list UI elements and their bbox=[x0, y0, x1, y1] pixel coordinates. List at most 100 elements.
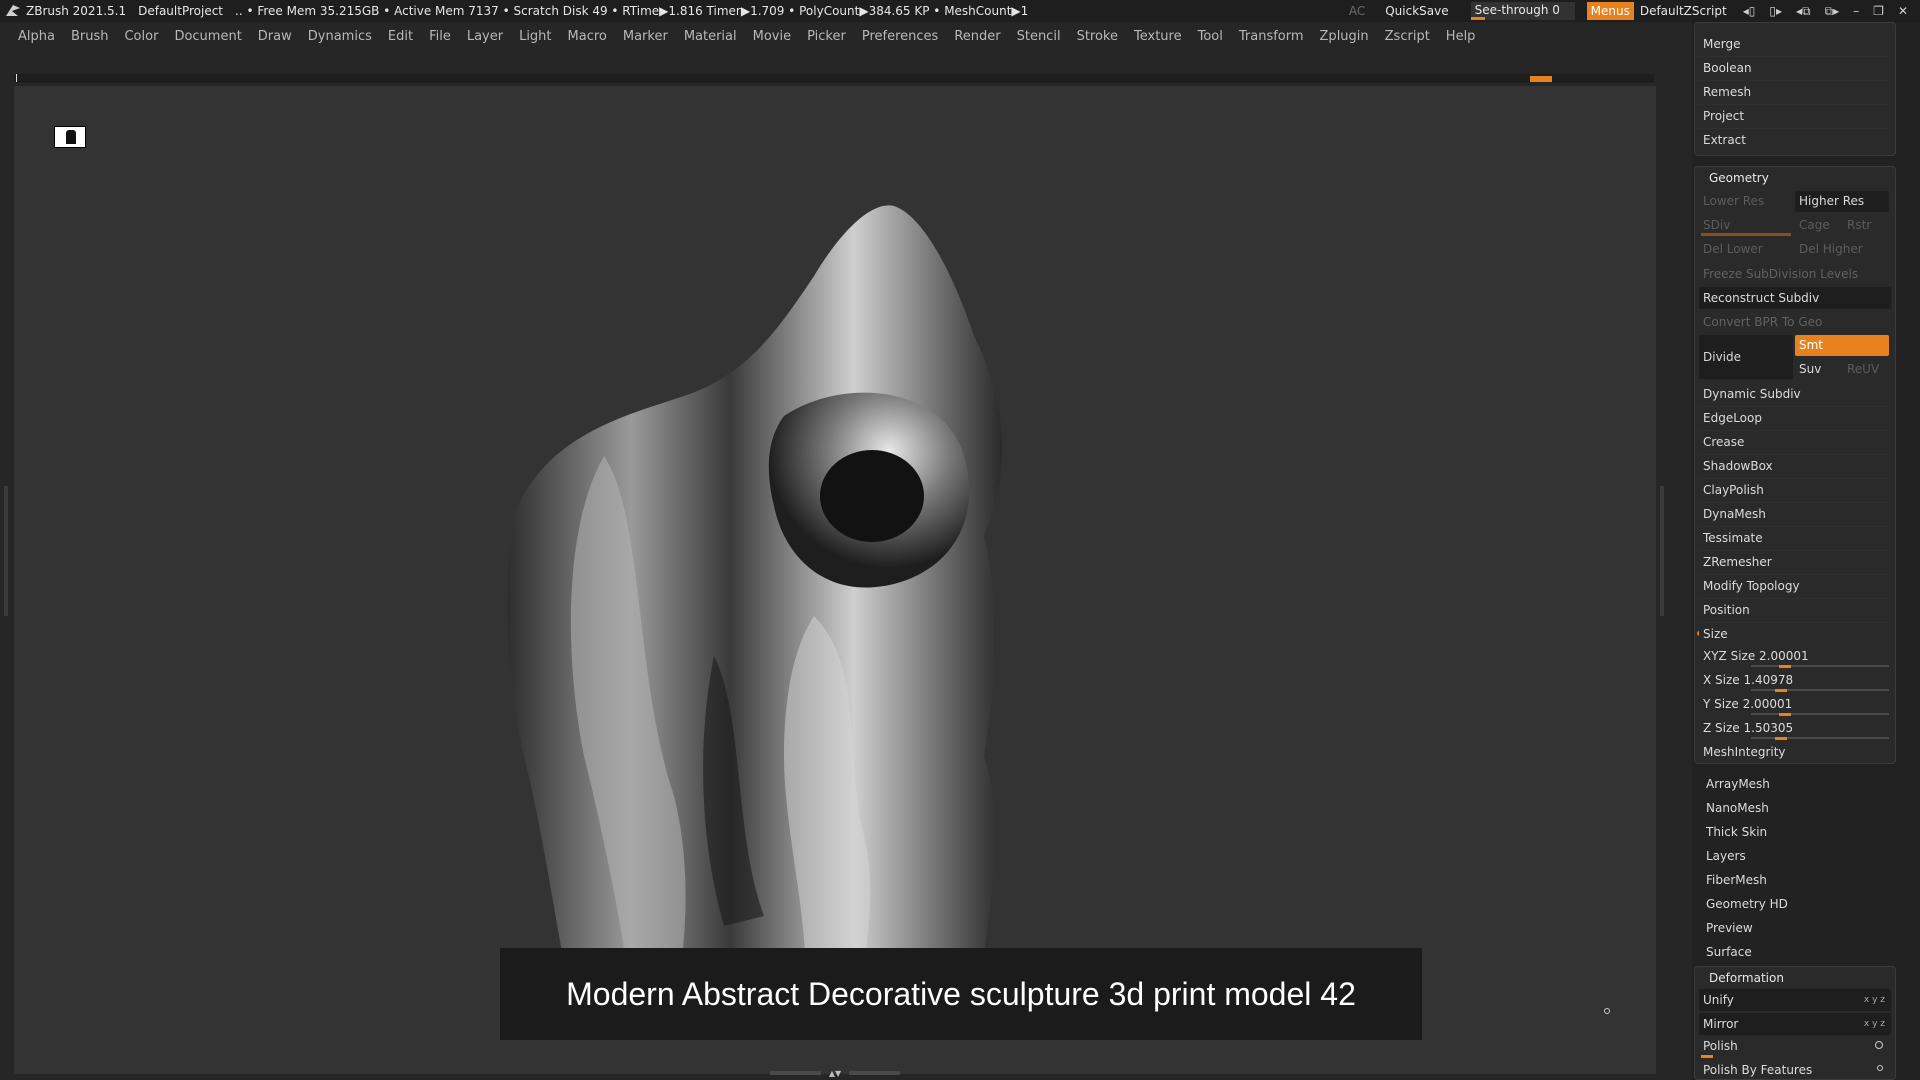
crease-section[interactable]: Crease bbox=[1699, 431, 1891, 453]
deformation-header[interactable]: Deformation bbox=[1699, 967, 1891, 989]
extract-button[interactable]: Extract bbox=[1699, 129, 1891, 151]
menu-dynamics[interactable]: Dynamics bbox=[308, 29, 372, 44]
shadowbox-section[interactable]: ShadowBox bbox=[1699, 455, 1891, 477]
x-size-slider[interactable]: X Size 1.40978 bbox=[1699, 669, 1891, 691]
persp-camera-icon[interactable] bbox=[54, 126, 86, 148]
menu-zplugin[interactable]: Zplugin bbox=[1320, 29, 1369, 44]
menu-layer[interactable]: Layer bbox=[467, 29, 503, 44]
nanomesh-section[interactable]: NanoMesh bbox=[1706, 797, 1769, 819]
polish-knob[interactable] bbox=[1701, 1055, 1713, 1058]
project-button[interactable]: Project bbox=[1699, 105, 1891, 127]
dynamic-subdiv-section[interactable]: Dynamic Subdiv bbox=[1699, 383, 1891, 405]
lower-res-button[interactable]: Lower Res bbox=[1699, 191, 1793, 212]
menu-movie[interactable]: Movie bbox=[753, 29, 791, 44]
menu-stroke[interactable]: Stroke bbox=[1077, 29, 1118, 44]
menu-alpha[interactable]: Alpha bbox=[18, 29, 55, 44]
menu-marker[interactable]: Marker bbox=[623, 29, 668, 44]
menu-document[interactable]: Document bbox=[174, 29, 241, 44]
unify-button[interactable]: Unify x y z bbox=[1699, 989, 1891, 1011]
layout-next-icon[interactable]: ▯▸ bbox=[1769, 4, 1782, 18]
timeline-handle[interactable] bbox=[1530, 76, 1552, 82]
menu-stencil[interactable]: Stencil bbox=[1017, 29, 1061, 44]
mirror-axis-icon[interactable]: x y z bbox=[1864, 1013, 1885, 1035]
zremesher-section[interactable]: ZRemesher bbox=[1699, 551, 1891, 573]
menu-file[interactable]: File bbox=[429, 29, 451, 44]
smt-toggle[interactable]: Smt bbox=[1795, 335, 1889, 356]
polish-by-features-slider[interactable]: Polish By Features bbox=[1699, 1059, 1891, 1080]
polish-radio-icon[interactable] bbox=[1875, 1041, 1883, 1049]
reconstruct-subdiv-button[interactable]: Reconstruct Subdiv bbox=[1699, 287, 1891, 309]
geometry-header[interactable]: Geometry bbox=[1699, 167, 1891, 189]
y-size-knob[interactable] bbox=[1779, 713, 1791, 716]
layers-section[interactable]: Layers bbox=[1706, 845, 1746, 867]
timeline-track[interactable] bbox=[14, 74, 1654, 82]
arraymesh-section[interactable]: ArrayMesh bbox=[1706, 773, 1770, 795]
modify-topology-section[interactable]: Modify Topology bbox=[1699, 575, 1891, 597]
rstr-button[interactable]: Rstr bbox=[1843, 215, 1889, 236]
sculpture-model[interactable] bbox=[484, 196, 1084, 1016]
see-through-slider[interactable]: See-through 0 bbox=[1470, 2, 1575, 20]
ui-layout-alt-icon[interactable]: ⧉▸ bbox=[1825, 4, 1840, 19]
menu-picker[interactable]: Picker bbox=[807, 29, 846, 44]
x-size-knob[interactable] bbox=[1775, 689, 1787, 692]
bottom-tray-toggle-icon[interactable]: ▲▼ bbox=[825, 1070, 845, 1078]
project-name[interactable]: DefaultProject bbox=[138, 4, 223, 18]
mirror-button[interactable]: Mirror x y z bbox=[1699, 1013, 1891, 1035]
claypolish-section[interactable]: ClayPolish bbox=[1699, 479, 1891, 501]
menu-edit[interactable]: Edit bbox=[388, 29, 413, 44]
higher-res-button[interactable]: Higher Res bbox=[1795, 191, 1889, 212]
menu-tool[interactable]: Tool bbox=[1198, 29, 1223, 44]
unify-axis-icon[interactable]: x y z bbox=[1864, 989, 1885, 1011]
menu-render[interactable]: Render bbox=[954, 29, 1000, 44]
geometry-hd-section[interactable]: Geometry HD bbox=[1706, 893, 1788, 915]
thick-skin-section[interactable]: Thick Skin bbox=[1706, 821, 1767, 843]
polish-slider[interactable]: Polish bbox=[1699, 1035, 1891, 1057]
y-size-slider[interactable]: Y Size 2.00001 bbox=[1699, 693, 1891, 715]
freeze-subdivision-button[interactable]: Freeze SubDivision Levels bbox=[1699, 263, 1891, 285]
layout-prev-icon[interactable]: ◂▯ bbox=[1743, 4, 1756, 18]
menu-light[interactable]: Light bbox=[519, 29, 551, 44]
z-size-slider[interactable]: Z Size 1.50305 bbox=[1699, 717, 1891, 739]
convert-bpr-button[interactable]: Convert BPR To Geo bbox=[1699, 311, 1891, 333]
menu-material[interactable]: Material bbox=[684, 29, 737, 44]
boolean-button[interactable]: Boolean bbox=[1699, 57, 1891, 79]
menu-brush[interactable]: Brush bbox=[71, 29, 109, 44]
meshintegrity-section[interactable]: MeshIntegrity bbox=[1699, 741, 1891, 763]
merge-button[interactable]: Merge bbox=[1699, 33, 1891, 55]
menu-color[interactable]: Color bbox=[124, 29, 158, 44]
menus-toggle-button[interactable]: Menus bbox=[1586, 2, 1634, 20]
default-zscript-button[interactable]: DefaultZScript bbox=[1640, 4, 1727, 18]
del-higher-button[interactable]: Del Higher bbox=[1795, 239, 1889, 260]
size-section[interactable]: Size bbox=[1699, 623, 1891, 645]
menu-macro[interactable]: Macro bbox=[568, 29, 607, 44]
preview-section[interactable]: Preview bbox=[1706, 917, 1753, 939]
menu-draw[interactable]: Draw bbox=[258, 29, 292, 44]
menu-help[interactable]: Help bbox=[1446, 29, 1476, 44]
tessimate-section[interactable]: Tessimate bbox=[1699, 527, 1891, 549]
menu-texture[interactable]: Texture bbox=[1134, 29, 1182, 44]
restore-icon[interactable]: ❐ bbox=[1873, 4, 1884, 18]
polish-by-features-radio-icon[interactable] bbox=[1877, 1065, 1883, 1071]
bottom-tray-handle[interactable]: ▲▼ bbox=[770, 1070, 900, 1078]
z-size-knob[interactable] bbox=[1775, 737, 1787, 740]
reuv-toggle[interactable]: ReUV bbox=[1843, 359, 1889, 380]
quicksave-button[interactable]: QuickSave bbox=[1385, 4, 1448, 18]
edgeloop-section[interactable]: EdgeLoop bbox=[1699, 407, 1891, 429]
canvas-viewport[interactable]: Modern Abstract Decorative sculpture 3d … bbox=[14, 86, 1656, 1074]
suv-toggle[interactable]: Suv bbox=[1795, 359, 1841, 380]
menu-zscript[interactable]: Zscript bbox=[1385, 29, 1430, 44]
ac-button[interactable]: AC bbox=[1349, 4, 1365, 18]
dynamesh-section[interactable]: DynaMesh bbox=[1699, 503, 1891, 525]
right-tray-handle[interactable] bbox=[1660, 486, 1664, 616]
divide-button[interactable]: Divide bbox=[1699, 335, 1793, 379]
fibermesh-section[interactable]: FiberMesh bbox=[1706, 869, 1767, 891]
left-tray-handle[interactable] bbox=[4, 486, 8, 616]
minimize-icon[interactable]: – bbox=[1853, 4, 1859, 18]
menu-transform[interactable]: Transform bbox=[1239, 29, 1304, 44]
del-lower-button[interactable]: Del Lower bbox=[1699, 239, 1793, 260]
cage-button[interactable]: Cage bbox=[1795, 215, 1841, 236]
position-section[interactable]: Position bbox=[1699, 599, 1891, 621]
menu-preferences[interactable]: Preferences bbox=[862, 29, 938, 44]
xyz-size-knob[interactable] bbox=[1779, 665, 1791, 668]
remesh-button[interactable]: Remesh bbox=[1699, 81, 1891, 103]
